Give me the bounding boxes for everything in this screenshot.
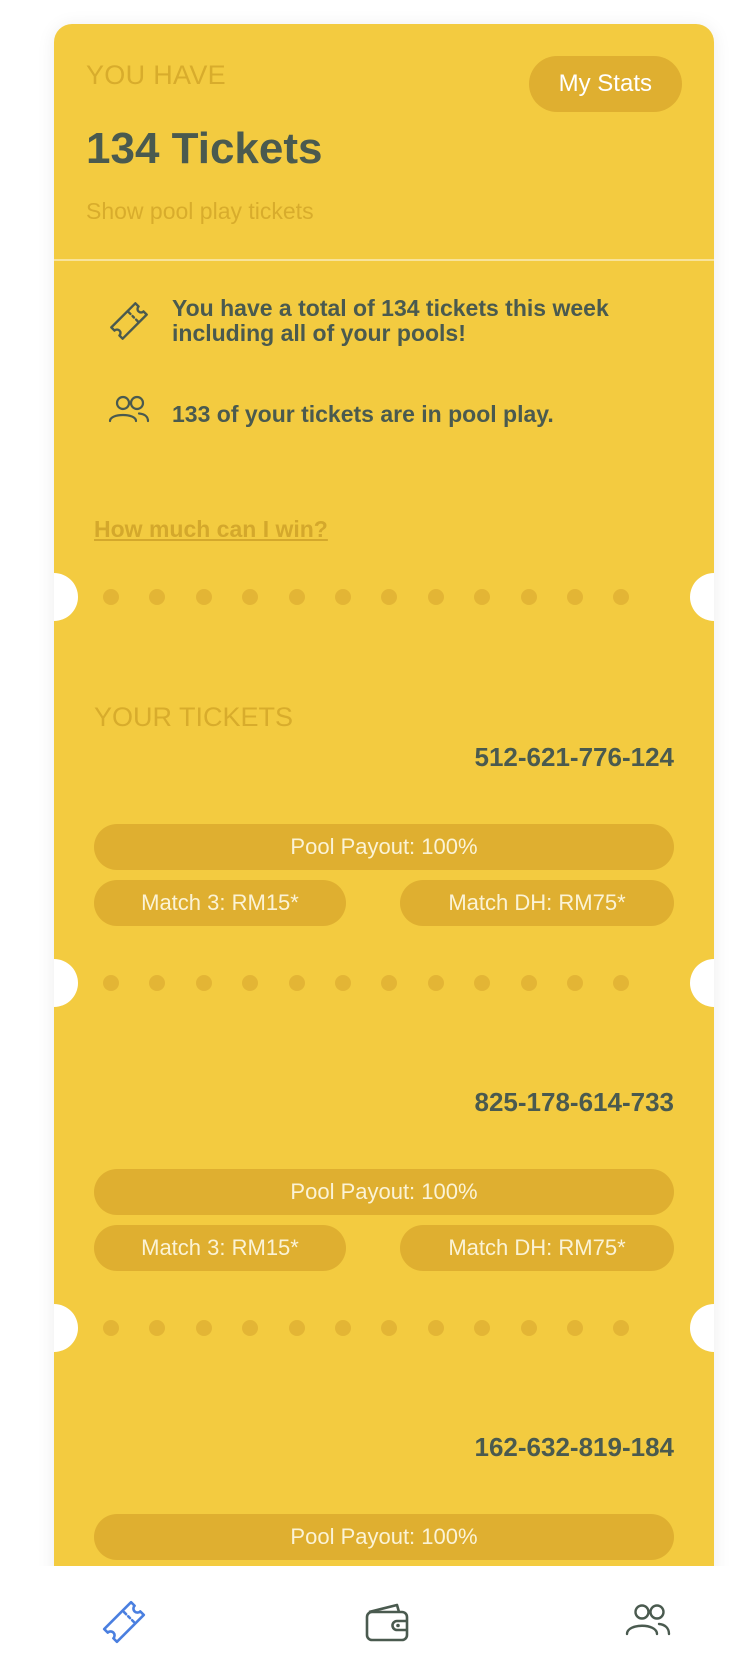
perforation-dot [427, 975, 444, 991]
tab-tickets[interactable] [98, 1596, 150, 1648]
perforation-dot [335, 1320, 351, 1336]
bottom-tab-bar [0, 1566, 752, 1674]
match-dh-badge: Match DH: RM75* [400, 1225, 674, 1271]
how-much-can-i-win-link[interactable]: How much can I win? [94, 516, 328, 543]
ticket-number: 512-621-776-124 [474, 742, 675, 772]
wallet-icon [365, 1603, 409, 1642]
pool-payout-badge: Pool Payout: 100% [94, 1169, 674, 1215]
perforation-dot [149, 975, 166, 991]
pool-payout-badge: Pool Payout: 100% [94, 1514, 674, 1560]
you-have-label: YOU HAVE [86, 60, 226, 90]
perforation-dot [567, 1320, 583, 1336]
match-3-badge: Match 3: RM15* [94, 880, 346, 926]
perforation-dots [103, 589, 663, 605]
perforation-dot [613, 1320, 630, 1336]
perforation-dot [288, 589, 305, 605]
ticket-number: 825-178-614-733 [474, 1087, 675, 1117]
perforation-notch [690, 959, 714, 1007]
people-icon [625, 1604, 671, 1636]
perforation-dot [427, 1320, 444, 1336]
perforation-dot [103, 1320, 119, 1336]
pool-tickets-info: 133 of your tickets are in pool play. [104, 390, 664, 440]
tickets-header: YOU HAVE 134 Tickets Show pool play tick… [54, 24, 714, 261]
people-icon [104, 390, 154, 440]
perforation-dot [149, 589, 166, 605]
perforation-dot [613, 975, 630, 991]
perforation-dot [242, 1320, 259, 1336]
perforation-dot [195, 975, 212, 991]
perforation-dot [520, 1320, 537, 1336]
perforation-dot [195, 589, 212, 605]
tab-wallet[interactable] [361, 1596, 413, 1648]
pool-payout-badge: Pool Payout: 100% [94, 824, 674, 870]
perforation-dot [103, 589, 119, 605]
ticket-perforation [54, 959, 714, 1007]
perforation-dot [427, 589, 444, 605]
ticket-perforation [54, 1304, 714, 1352]
perforation-dots [103, 975, 663, 991]
perforation-dot [474, 975, 491, 991]
your-tickets-heading: YOUR TICKETS [94, 702, 294, 732]
ticket-icon [104, 296, 154, 346]
perforation-dot [335, 589, 351, 605]
ticket-count: 134 Tickets [86, 124, 323, 173]
perforation-dot [103, 975, 119, 991]
perforation-dot [474, 589, 491, 605]
perforation-dot [335, 975, 351, 991]
total-tickets-info: You have a total of 134 tickets this wee… [104, 296, 664, 346]
perforation-dot [381, 589, 398, 605]
perforation-dot [288, 975, 305, 991]
perforation-dot [520, 589, 537, 605]
perforation-dot [149, 1320, 166, 1336]
perforation-dot [242, 975, 259, 991]
perforation-dot [242, 589, 259, 605]
tickets-card: YOU HAVE 134 Tickets Show pool play tick… [54, 24, 714, 1644]
perforation-notch [54, 1304, 78, 1352]
perforation-dot [567, 589, 583, 605]
perforation-dot [381, 1320, 398, 1336]
tab-pools[interactable] [622, 1596, 674, 1648]
perforation-dot [567, 975, 583, 991]
perforation-dot [288, 1320, 305, 1336]
my-stats-button[interactable]: My Stats [528, 56, 682, 112]
perforation-notch [690, 573, 714, 621]
show-pool-play-link[interactable]: Show pool play tickets [86, 198, 314, 225]
ticket-number: 162-632-819-184 [474, 1432, 675, 1462]
tickets-screen: YOU HAVE 134 Tickets Show pool play tick… [0, 0, 752, 1674]
ticket-perforation [54, 573, 714, 621]
total-tickets-message: You have a total of 134 tickets this wee… [172, 295, 609, 346]
pool-tickets-message: 133 of your tickets are in pool play. [172, 401, 554, 427]
perforation-notch [54, 959, 78, 1007]
perforation-dot [195, 1320, 212, 1336]
perforation-dot [381, 975, 398, 991]
match-dh-badge: Match DH: RM75* [400, 880, 674, 926]
perforation-dot [474, 1320, 491, 1336]
perforation-dots [103, 1320, 663, 1336]
perforation-notch [54, 573, 78, 621]
perforation-dot [520, 975, 537, 991]
perforation-notch [690, 1304, 714, 1352]
perforation-dot [613, 589, 630, 605]
match-3-badge: Match 3: RM15* [94, 1225, 346, 1271]
ticket-icon [102, 1600, 146, 1644]
